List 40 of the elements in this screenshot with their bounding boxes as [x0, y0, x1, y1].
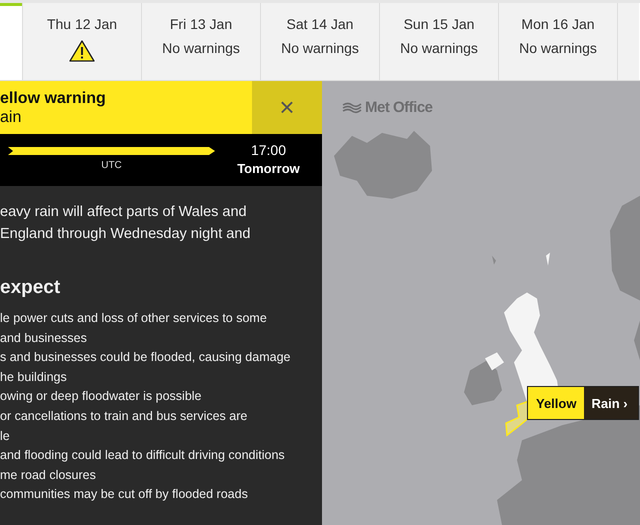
impact-text: le	[0, 428, 11, 445]
tab-date: Sat 14 Jan	[286, 16, 354, 32]
waves-logo-icon	[342, 102, 362, 114]
impact-text: and flooding could lead to difficult driving conditions	[0, 447, 286, 464]
close-button[interactable]: ×	[252, 81, 322, 134]
impact-text: he buildings	[0, 368, 68, 386]
summary-text: England through Wednesday night and	[0, 225, 252, 244]
warning-type: ain	[0, 108, 22, 126]
warning-icon	[69, 40, 95, 62]
end-time: 17:00	[250, 142, 286, 158]
day-tab[interactable]: Mon 16 Jan No warnings	[498, 3, 617, 80]
section-heading: expect	[0, 277, 62, 299]
day-tab[interactable]: Thu 12 Jan	[22, 3, 141, 80]
impact-text: s and businesses could be flooded, causing damage	[0, 349, 292, 366]
marker-level: Yellow	[528, 387, 584, 419]
day-tab[interactable]: Sat 14 Jan No warnings	[260, 3, 379, 80]
impact-text: communities may be cut off by flooded roads	[0, 486, 249, 504]
impact-text: and businesses	[0, 330, 88, 347]
impact-text: owing or deep floodwater is possible	[0, 388, 203, 406]
warning-title: ellow warning	[0, 88, 107, 108]
day-tab[interactable]: Sun 15 Jan No warnings	[379, 3, 498, 80]
impact-text: me road closures	[0, 466, 97, 484]
tab-status: No warnings	[162, 40, 240, 56]
impact-text: or cancellations to train and bus services are	[0, 408, 248, 425]
marker-type: Rain ›	[590, 394, 629, 412]
summary-text: eavy rain will affect parts of Wales and	[0, 203, 248, 222]
timezone-label: UTC	[101, 160, 122, 171]
tab-status: No warnings	[281, 40, 359, 56]
tab-date: Thu 12 Jan	[46, 16, 118, 32]
logo-text: Met Office	[365, 99, 433, 116]
day-tab[interactable]: Fri 13 Jan No warnings	[141, 3, 260, 80]
tab-date: Mon 16 Jan	[521, 16, 595, 32]
warning-marker[interactable]: Yellow Rain ›	[527, 386, 639, 420]
tab-date: Sun 15 Jan	[404, 16, 474, 32]
tab-stub[interactable]	[617, 3, 639, 80]
tab-status: No warnings	[519, 40, 597, 56]
tab-status: No warnings	[400, 40, 478, 56]
end-day: Tomorrow	[237, 161, 300, 176]
impact-text: le power cuts and loss of other services to some	[0, 310, 268, 327]
tab-date: Fri 13 Jan	[170, 16, 232, 32]
